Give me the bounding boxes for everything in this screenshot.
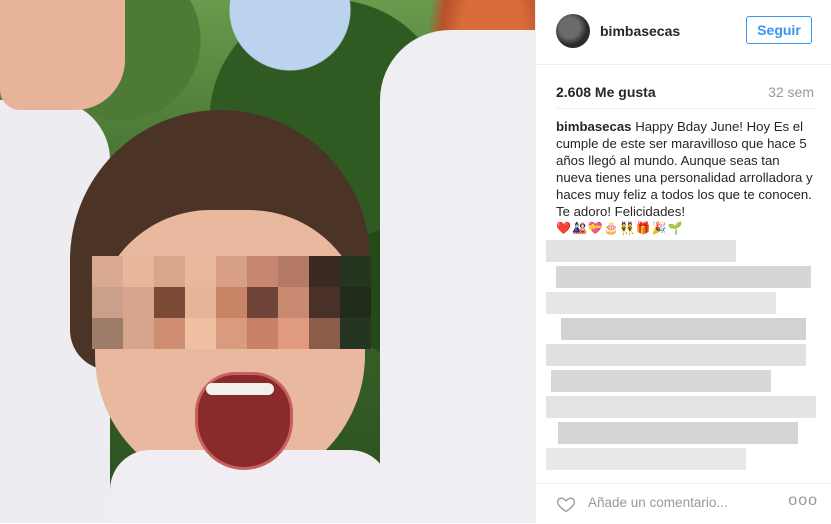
instagram-post: bimbasecas Seguir 2.608 Me gusta 32 sem … — [0, 0, 831, 523]
divider — [556, 108, 814, 109]
photo-right-sleeve — [380, 30, 535, 523]
post-header: bimbasecas Seguir — [536, 0, 831, 65]
comment-input[interactable]: Añade un comentario... — [588, 495, 728, 510]
photo-hand — [0, 0, 125, 110]
post-caption: bimbasecas Happy Bday June! Hoy Es el cu… — [556, 118, 818, 237]
likes-count[interactable]: 2.608 Me gusta — [556, 84, 656, 100]
caption-username[interactable]: bimbasecas — [556, 119, 632, 134]
avatar[interactable] — [556, 14, 590, 48]
post-photo[interactable] — [0, 0, 535, 523]
username[interactable]: bimbasecas — [600, 23, 680, 39]
face-pixelation — [92, 256, 371, 349]
heart-icon[interactable] — [556, 494, 576, 514]
caption-emojis: ❤️🎎💝🎂👯🎁🎉🌱 — [556, 221, 684, 235]
comment-bar: Añade un comentario... ooo — [536, 483, 831, 524]
photo-mouth — [195, 372, 293, 470]
blurred-comments — [546, 240, 818, 480]
post-age[interactable]: 32 sem — [768, 84, 814, 100]
follow-button[interactable]: Seguir — [746, 16, 812, 44]
more-options-icon[interactable]: ooo — [788, 492, 818, 510]
caption-text: Happy Bday June! Hoy Es el cumple de est… — [556, 119, 813, 219]
post-details-panel: bimbasecas Seguir 2.608 Me gusta 32 sem … — [535, 0, 831, 523]
